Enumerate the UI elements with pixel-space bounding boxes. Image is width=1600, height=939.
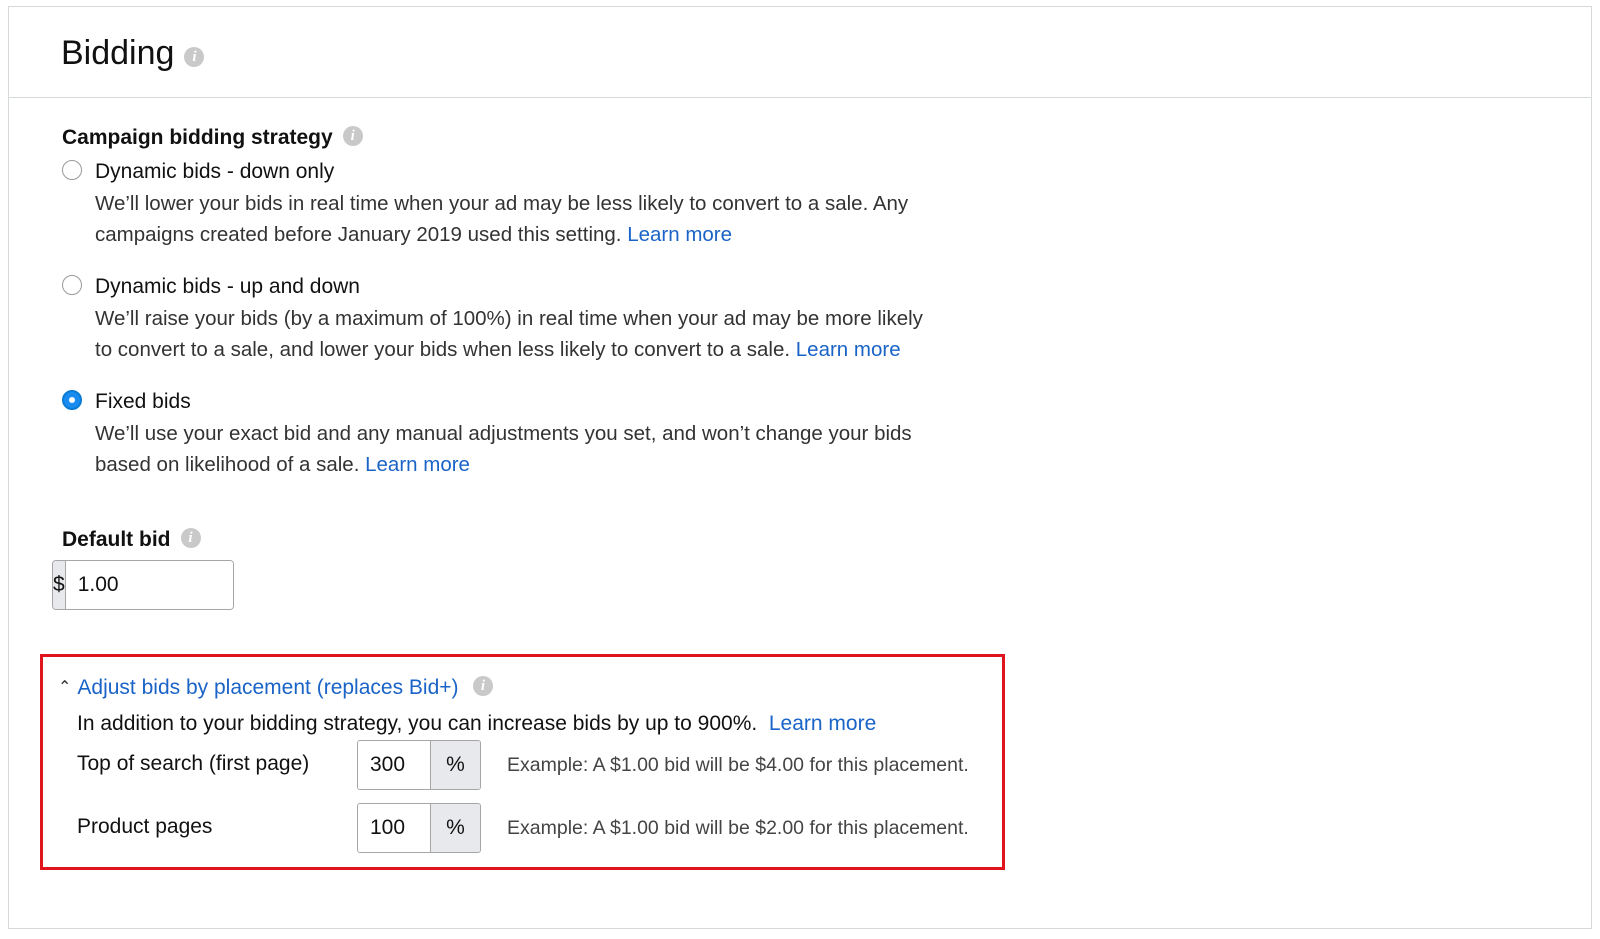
top-of-search-percent-input[interactable]: [358, 741, 431, 789]
learn-more-link[interactable]: Learn more: [769, 712, 876, 735]
radio-dynamic-up-and-down[interactable]: [62, 275, 82, 295]
product-pages-percent-field: %: [357, 803, 481, 853]
chevron-up-icon: ⌃: [58, 679, 72, 696]
placement-example-product-pages: Example: A $1.00 bid will be $2.00 for t…: [507, 817, 969, 839]
panel-header: Bidding i: [9, 7, 1591, 98]
percent-suffix: %: [431, 804, 480, 852]
adjust-placement-toggle-label: Adjust bids by placement (replaces Bid+): [77, 676, 459, 699]
learn-more-link[interactable]: Learn more: [365, 453, 470, 476]
option-desc-line: to convert to a sale, and lower your bid…: [95, 334, 995, 365]
info-icon[interactable]: i: [342, 126, 363, 147]
option-desc-line: based on likelihood of a sale. Learn mor…: [95, 449, 995, 480]
placement-label-product-pages: Product pages: [77, 815, 213, 838]
radio-dynamic-down-only[interactable]: [62, 160, 82, 180]
learn-more-link[interactable]: Learn more: [796, 338, 901, 361]
default-bid-input[interactable]: [65, 561, 233, 609]
option-desc-text: based on likelihood of a sale.: [95, 453, 360, 476]
adjust-placement-toggle[interactable]: ⌃ Adjust bids by placement (replaces Bid+…: [58, 676, 459, 700]
product-pages-percent-input[interactable]: [358, 804, 431, 852]
option-desc-fixed-bids: We’ll use your exact bid and any manual …: [95, 418, 995, 480]
default-bid-field: $: [52, 560, 234, 610]
option-title-dynamic-up-and-down: Dynamic bids - up and down: [95, 275, 360, 298]
option-title-dynamic-down-only: Dynamic bids - down only: [95, 160, 335, 183]
option-desc-line: We’ll use your exact bid and any manual …: [95, 422, 912, 445]
percent-suffix: %: [431, 741, 480, 789]
option-desc-line: campaigns created before January 2019 us…: [95, 219, 995, 250]
default-bid-label: Default bid i: [62, 528, 201, 552]
info-icon[interactable]: i: [180, 528, 201, 549]
placement-intro: In addition to your bidding strategy, yo…: [77, 712, 876, 736]
strategy-label-text: Campaign bidding strategy: [62, 126, 333, 149]
option-desc-text: campaigns created before January 2019 us…: [95, 223, 622, 246]
strategy-label: Campaign bidding strategy i: [62, 126, 363, 150]
placement-example-top-of-search: Example: A $1.00 bid will be $4.00 for t…: [507, 754, 969, 776]
page-title-text: Bidding: [61, 34, 175, 72]
learn-more-link[interactable]: Learn more: [627, 223, 732, 246]
option-desc-line: We’ll raise your bids (by a maximum of 1…: [95, 307, 923, 330]
radio-fixed-bids[interactable]: [62, 390, 82, 410]
option-desc-dynamic-up-and-down: We’ll raise your bids (by a maximum of 1…: [95, 303, 995, 365]
info-icon[interactable]: i: [473, 676, 493, 696]
option-title-fixed-bids: Fixed bids: [95, 390, 191, 413]
info-icon[interactable]: i: [184, 47, 205, 68]
page-title: Bidding i: [61, 33, 205, 73]
option-desc-dynamic-down-only: We’ll lower your bids in real time when …: [95, 188, 995, 250]
placement-intro-text: In addition to your bidding strategy, yo…: [77, 712, 758, 735]
top-of-search-percent-field: %: [357, 740, 481, 790]
option-desc-text: to convert to a sale, and lower your bid…: [95, 338, 791, 361]
option-desc-line: We’ll lower your bids in real time when …: [95, 192, 909, 215]
currency-prefix: $: [53, 561, 66, 609]
default-bid-label-text: Default bid: [62, 528, 171, 551]
placement-label-top-of-search: Top of search (first page): [77, 752, 310, 775]
